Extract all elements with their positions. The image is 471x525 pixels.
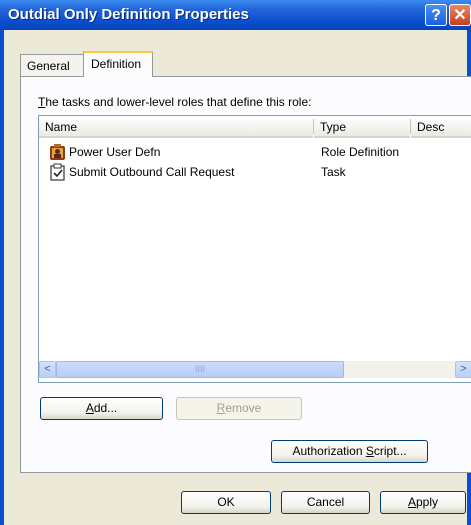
add-button[interactable]: Add... <box>40 397 163 420</box>
horizontal-scrollbar[interactable]: < IIII > <box>39 361 471 378</box>
ok-button[interactable]: OK <box>181 491 271 514</box>
scroll-left-button[interactable]: < <box>39 361 56 378</box>
column-header-description[interactable]: Desc <box>411 116 471 138</box>
title-bar[interactable]: Outdial Only Definition Properties ? ✕ <box>0 0 471 30</box>
list-item[interactable]: Submit Outbound Call Request Task <box>39 162 471 182</box>
cancel-button[interactable]: Cancel <box>281 491 370 514</box>
row-type: Role Definition <box>321 145 400 159</box>
close-button[interactable]: ✕ <box>449 4 471 26</box>
help-button[interactable]: ? <box>425 4 447 26</box>
scrollbar-thumb[interactable]: IIII <box>56 361 344 378</box>
apply-label: pply <box>416 495 439 509</box>
remove-label: emove <box>225 401 262 415</box>
apply-button[interactable]: Apply <box>380 491 466 514</box>
tab-general[interactable]: General <box>20 54 84 76</box>
authorization-script-label-pre: Authorization <box>292 444 366 458</box>
apply-mnemonic: A <box>407 495 416 509</box>
row-type: Task <box>321 165 346 179</box>
tab-definition[interactable]: Definition <box>83 51 153 77</box>
remove-button[interactable]: Remove <box>176 397 302 420</box>
description-text: he tasks and lower-level roles that defi… <box>45 95 312 109</box>
help-icon: ? <box>431 7 441 24</box>
role-definition-icon <box>50 144 65 160</box>
authorization-script-button[interactable]: Authorization Script... <box>271 440 428 463</box>
window-title: Outdial Only Definition Properties <box>8 6 249 23</box>
column-header-name[interactable]: Name <box>39 116 313 138</box>
authorization-script-mnemonic: S <box>365 444 374 458</box>
add-label: dd... <box>93 401 118 415</box>
chevron-right-icon: > <box>460 363 467 375</box>
column-header-type[interactable]: Type <box>314 116 410 138</box>
chevron-left-icon: < <box>44 363 51 375</box>
add-mnemonic: A <box>85 401 94 415</box>
close-icon: ✕ <box>453 7 467 24</box>
window-frame-left <box>0 30 4 525</box>
task-icon <box>50 163 65 181</box>
thumb-grip-icon: IIII <box>194 364 205 374</box>
properties-dialog: Outdial Only Definition Properties ? ✕ G… <box>0 0 471 525</box>
definition-list[interactable]: Name Type Desc Power User Defn Role Defi… <box>38 115 471 383</box>
definition-description: The tasks and lower-level roles that def… <box>38 95 311 109</box>
remove-mnemonic: R <box>216 401 226 415</box>
scroll-right-button[interactable]: > <box>455 361 471 378</box>
row-name: Power User Defn <box>69 145 161 159</box>
authorization-script-label-rest: cript... <box>373 444 407 458</box>
list-item[interactable]: Power User Defn Role Definition <box>39 142 471 162</box>
row-name: Submit Outbound Call Request <box>69 165 235 179</box>
